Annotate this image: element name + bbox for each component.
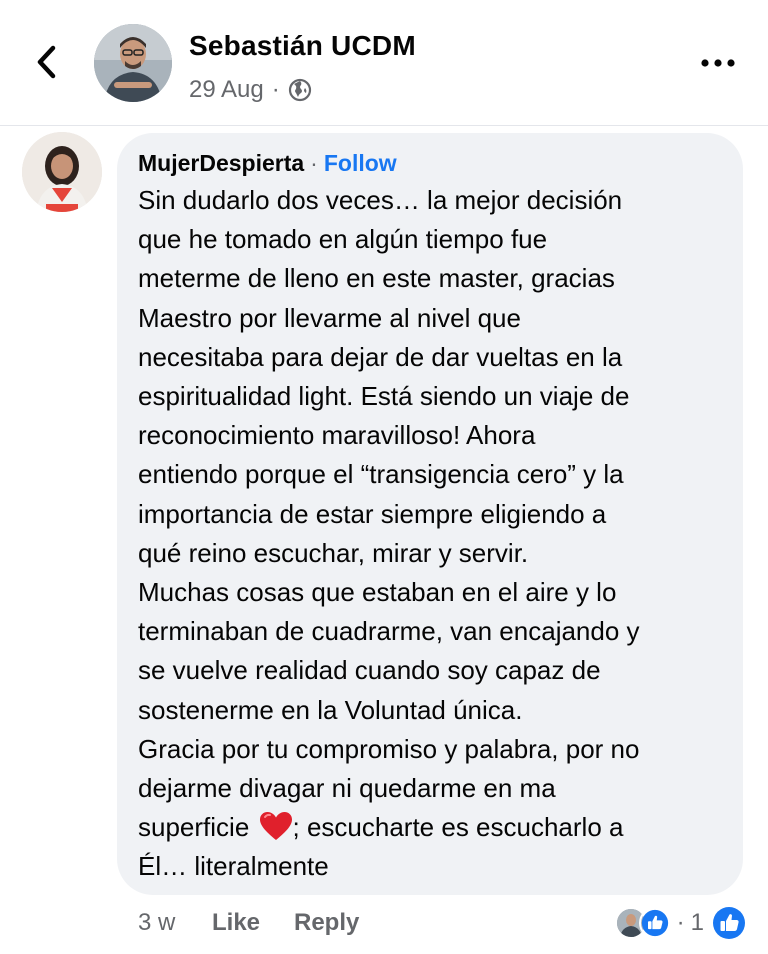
author-avatar[interactable] [94,24,172,102]
comment-line: meterme de lleno en este master, gracias [138,263,615,294]
comment-line: qué reino escuchar, mirar y servir. [138,537,529,568]
line-heart-after: ; escucharte es escucharlo a [292,812,624,843]
reactions-summary[interactable]: · 1 [614,904,746,942]
comment-line: que he tomado en algún tiempo fue [138,224,548,255]
comment-line: se vuelve realidad cuando soy capaz de [138,655,601,686]
reaction-separator: · [676,909,685,936]
comment-actions: 3 w Like Reply [138,905,359,941]
chevron-left-icon [37,45,56,79]
comment-time[interactable]: 3 w [138,909,212,937]
comment-bubble: MujerDespierta · Follow Sin dudarlo dos … [117,133,743,895]
thumbs-up-icon[interactable] [712,906,746,940]
reply-button[interactable]: Reply [294,909,359,937]
comment-line: sostenerme en la Voluntad única. [138,694,523,725]
comment-text: Sin dudarlo dos veces… la mejor decisión… [138,181,723,887]
comment-line: dejarme divagar ni quedarme en ma [138,773,556,804]
comment-line: reconocimiento maravilloso! Ahora [138,420,536,451]
globe-icon[interactable] [288,78,312,102]
commenter-name[interactable]: MujerDespierta [138,147,304,179]
red-heart-icon [259,812,292,841]
comment-line: importancia de estar siempre eligiendo a [138,498,607,529]
post-meta: 29 Aug · [189,74,312,106]
back-button[interactable] [28,42,64,82]
header-separator: · [310,150,318,176]
like-button[interactable]: Like [212,909,294,937]
more-options-button[interactable] [698,48,738,78]
comment-line: Gracia por tu compromiso y palabra, por … [138,733,640,764]
commenter-avatar[interactable] [22,132,102,212]
comment-line: Sin dudarlo dos veces… la mejor decisión [138,185,623,215]
comment-line: Maestro por llevarme al nivel que [138,302,521,333]
reaction-count: 1 [690,909,704,936]
comment-line-with-emoji: superficie ; escucharte es escucharlo a [138,808,723,847]
post-header: Sebastián UCDM 29 Aug · [0,0,768,126]
meta-separator: · [271,76,280,103]
comment-line: espiritualidad light. Está siendo un via… [138,381,630,412]
comment-line: Muchas cosas que estaban en el aire y lo [138,577,617,608]
post-date[interactable]: 29 Aug [189,76,264,104]
comment-header: MujerDespierta · Follow [138,147,723,179]
like-reaction-icon [638,907,671,939]
comment-line: entiendo porque el “transigencia cero” y… [138,459,624,490]
comment-line: necesitaba para dejar de dar vueltas en … [138,341,623,372]
more-horizontal-icon [701,59,735,67]
follow-button[interactable]: Follow [324,147,397,179]
comment-line: terminaban de cuadrarme, van encajando y [138,616,640,647]
line-heart-before: superficie [138,812,250,843]
comment-line: Él… literalmente [138,851,329,882]
author-name[interactable]: Sebastián UCDM [189,30,416,62]
